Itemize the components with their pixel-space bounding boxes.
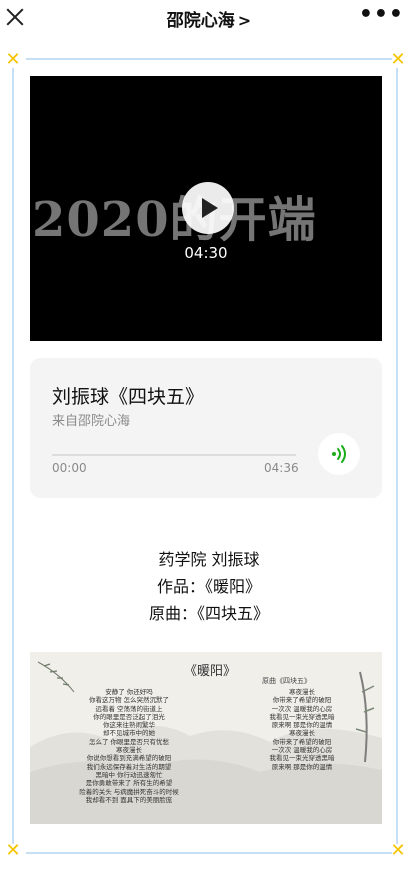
lyric-line: 我看见一束光穿透黑暗 bbox=[269, 712, 335, 721]
audio-current-time: 00:00 bbox=[52, 461, 87, 475]
corner-mark-icon: ✕ bbox=[390, 840, 406, 861]
corner-mark-icon: ✕ bbox=[390, 49, 406, 70]
audio-progress-bar[interactable] bbox=[52, 454, 296, 456]
corner-mark-icon: ✕ bbox=[5, 840, 21, 861]
lyric-line: 我却看不到 面具下的美丽脸庞 bbox=[85, 795, 173, 804]
lyric-line: 你看这万物 怎么突然沉默了 bbox=[88, 696, 170, 705]
audio-card[interactable]: 刘振球《四块五》 来自邵院心海 00:00 04:36 bbox=[30, 358, 382, 498]
lyric-line: 你的眼里是否泛起了泪光 bbox=[93, 712, 165, 721]
nav-title-group[interactable]: 邵院心海 > bbox=[0, 6, 418, 31]
lyric-line: 远看着 空荡荡的街道上 bbox=[95, 704, 163, 713]
video-player[interactable]: 2020的开端 04:30 bbox=[30, 76, 382, 341]
lyric-line: 你带来了希望的破阳 bbox=[272, 737, 332, 746]
chevron-right-icon: > bbox=[237, 11, 252, 30]
more-options-icon[interactable]: ••• bbox=[359, 4, 404, 26]
account-name[interactable]: 邵院心海 bbox=[167, 11, 235, 31]
lyric-line: 我看见一束光穿透黑暗 bbox=[269, 754, 335, 763]
lyric-line: 你带来了希望的破阳 bbox=[272, 696, 332, 705]
audio-title: 刘振球《四块五》 bbox=[52, 386, 205, 408]
credits-work: 作品：《暖阳》 bbox=[156, 577, 261, 596]
lyric-line: 却不见城市中的她 bbox=[103, 729, 155, 738]
top-nav-bar: 邵院心海 > ••• bbox=[0, 0, 418, 40]
lyrics-heading: 《暖阳》 bbox=[184, 664, 237, 679]
frame-right-line bbox=[396, 68, 398, 844]
lyric-line: 是你勇敢带来了 所有生的希望 bbox=[85, 779, 173, 788]
lyric-line: 寒夜漫长 bbox=[289, 729, 315, 738]
audio-wave-icon bbox=[332, 445, 346, 463]
audio-play-button[interactable] bbox=[318, 433, 360, 475]
credits-author: 药学院 刘振球 bbox=[158, 550, 260, 569]
lyric-line: 我们永远保存着对生活的期望 bbox=[86, 762, 172, 771]
video-duration: 04:30 bbox=[184, 244, 228, 262]
video-overlay-title: 2020的开端 bbox=[32, 192, 317, 248]
lyrics-subhead: 原曲《四块五》 bbox=[262, 677, 311, 685]
lyrics-left-column: 安静了 你还好吗 你看这万物 怎么突然沉默了 远看着 空荡荡的街道上 你的眼里是… bbox=[64, 688, 194, 804]
lyric-line: 怎么了 你眼里是否只有忧愁 bbox=[88, 737, 170, 746]
corner-mark-icon: ✕ bbox=[5, 49, 21, 70]
lyrics-image[interactable]: 《暖阳》 原曲《四块五》 安静了 你还好吗 你看这万物 怎么突然沉默了 远看着 … bbox=[30, 652, 382, 824]
lyric-line: 你说你想看到充满希望的破阳 bbox=[86, 754, 172, 763]
frame-bottom-line bbox=[26, 852, 392, 854]
frame-top-line bbox=[26, 58, 392, 60]
frame-left-line bbox=[12, 68, 14, 844]
play-icon[interactable] bbox=[182, 182, 234, 234]
lyrics-right-column: 寒夜漫长 你带来了希望的破阳 一次次 温暖我的心房 我看见一束光穿透黑暗 原来啊… bbox=[242, 688, 362, 771]
credits-original: 原曲：《四块五》 bbox=[148, 604, 269, 623]
audio-source: 来自邵院心海 bbox=[52, 414, 131, 429]
lyric-line: 一次次 温暖我的心房 bbox=[271, 704, 333, 713]
lyric-line: 险着的关头 与病魔拼死奋斗的时候 bbox=[79, 787, 179, 796]
audio-total-time: 04:36 bbox=[264, 461, 299, 475]
lyric-line: 原来啊 那是你的温情 bbox=[271, 762, 333, 771]
